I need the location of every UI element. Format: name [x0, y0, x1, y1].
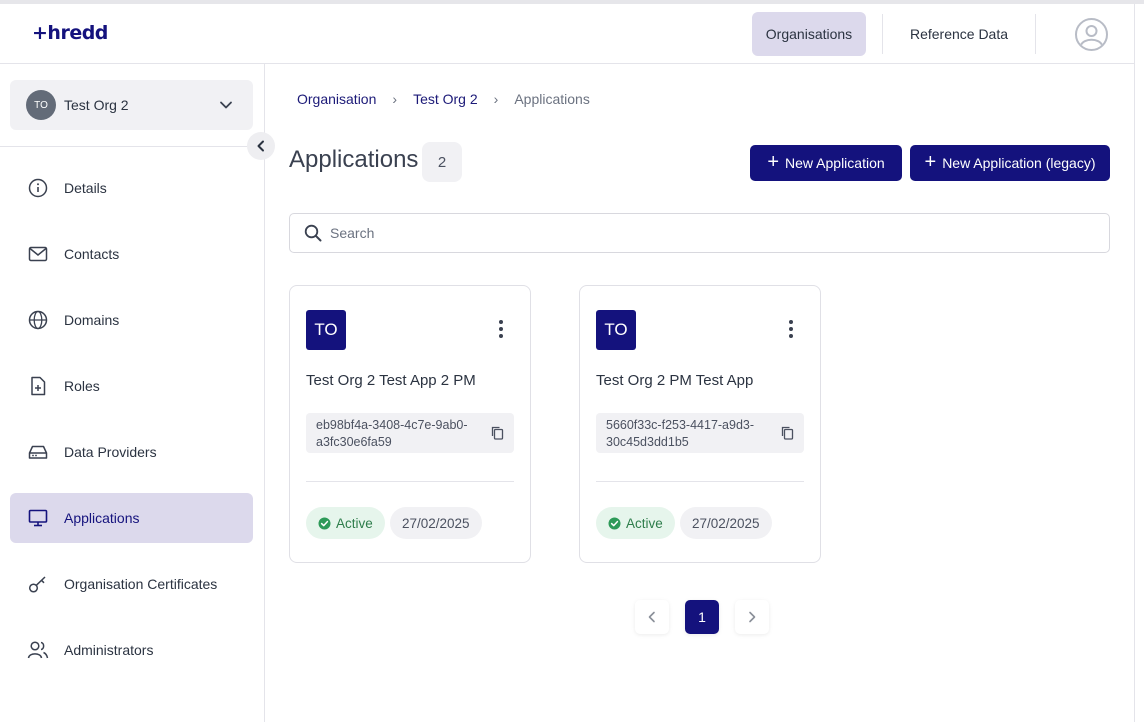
app-id-line: 30c45d3dd1b5 [606, 435, 689, 449]
scrollbar-track[interactable] [1134, 4, 1144, 722]
app-name: Test Org 2 Test App 2 PM [306, 372, 476, 389]
app-name: Test Org 2 PM Test App [596, 372, 754, 389]
status-badge: Active [596, 507, 675, 539]
new-application-legacy-button[interactable]: + New Application (legacy) [910, 145, 1110, 181]
card-divider [306, 481, 514, 482]
chevron-left-icon [257, 140, 264, 152]
sidebar-item-data-providers[interactable]: Data Providers [10, 427, 253, 477]
sidebar-item-label: Data Providers [64, 444, 157, 460]
breadcrumb-org[interactable]: Test Org 2 [413, 91, 478, 107]
breadcrumb-separator: › [493, 91, 499, 107]
org-name: Test Org 2 [64, 97, 129, 113]
app-avatar: TO [596, 310, 636, 350]
next-page-button[interactable] [735, 600, 769, 634]
page-title: Applications [289, 146, 419, 173]
search-box[interactable] [289, 213, 1110, 253]
app-avatar: TO [306, 310, 346, 350]
more-vertical-icon[interactable] [498, 320, 504, 338]
breadcrumb-current: Applications [514, 91, 590, 107]
application-card[interactable]: TO Test Org 2 Test App 2 PM eb98bf4a-340… [289, 285, 531, 563]
nav-organisations[interactable]: Organisations [752, 12, 866, 56]
app-id-line: eb98bf4a-3408-4c7e-9ab0- [316, 418, 468, 432]
sidebar-item-administrators[interactable]: Administrators [10, 625, 253, 675]
copy-icon[interactable] [491, 426, 504, 440]
prev-page-button[interactable] [635, 600, 669, 634]
file-plus-icon [27, 375, 49, 397]
user-avatar-button[interactable] [1075, 18, 1108, 51]
page-button[interactable]: 1 [685, 600, 719, 634]
breadcrumb: Organisation › Test Org 2 › Applications [297, 91, 590, 107]
application-card[interactable]: TO Test Org 2 PM Test App 5660f33c-f253-… [579, 285, 821, 563]
chevron-down-icon [220, 101, 232, 109]
main-content: Organisation › Test Org 2 › Applications… [265, 64, 1134, 722]
hard-drive-icon [27, 441, 49, 463]
check-circle-icon [318, 517, 331, 530]
sidebar-item-label: Details [64, 180, 107, 196]
app-id: eb98bf4a-3408-4c7e-9ab0- a3fc30e6fa59 [306, 413, 514, 453]
app-id: 5660f33c-f253-4417-a9d3- 30c45d3dd1b5 [596, 413, 804, 453]
key-icon [27, 573, 49, 595]
check-circle-icon [608, 517, 621, 530]
nav-divider [882, 14, 883, 54]
users-icon [27, 639, 49, 661]
sidebar-item-label: Contacts [64, 246, 120, 262]
nav-divider [1035, 14, 1036, 54]
chevron-left-icon [648, 611, 655, 623]
sidebar-item-label: Applications [64, 510, 140, 526]
date-badge: 27/02/2025 [680, 507, 772, 539]
plus-icon: + [924, 151, 937, 173]
sidebar-item-label: Roles [64, 378, 100, 394]
search-icon [304, 224, 322, 242]
card-divider [596, 481, 804, 482]
chevron-right-icon [749, 611, 756, 623]
new-application-label: New Application [785, 155, 885, 171]
search-input[interactable] [330, 225, 1030, 241]
breadcrumb-separator: › [392, 91, 398, 107]
plus-icon: + [767, 151, 780, 173]
org-selector[interactable]: TO Test Org 2 [10, 80, 253, 130]
user-circle-icon [1080, 25, 1103, 46]
new-application-button[interactable]: + New Application [750, 145, 902, 181]
top-header: +hredd Organisations Reference Data [0, 4, 1134, 64]
breadcrumb-organisation[interactable]: Organisation [297, 91, 376, 107]
status-text: Active [336, 515, 373, 531]
sidebar-item-details[interactable]: Details [10, 163, 253, 213]
app-id-line: 5660f33c-f253-4417-a9d3- [606, 418, 755, 432]
globe-icon [27, 309, 49, 331]
sidebar-item-label: Domains [64, 312, 120, 328]
org-avatar: TO [26, 90, 56, 120]
date-badge: 27/02/2025 [390, 507, 482, 539]
status-text: Active [626, 515, 663, 531]
sidebar: TO Test Org 2 Details Contacts Domains R… [0, 64, 265, 722]
sidebar-item-applications[interactable]: Applications [10, 493, 253, 543]
count-badge: 2 [422, 142, 462, 182]
status-badge: Active [306, 507, 385, 539]
more-vertical-icon[interactable] [788, 320, 794, 338]
copy-icon[interactable] [781, 426, 794, 440]
info-icon [27, 177, 49, 199]
sidebar-divider [0, 146, 265, 147]
sidebar-item-roles[interactable]: Roles [10, 361, 253, 411]
app-id-line: a3fc30e6fa59 [316, 435, 392, 449]
new-application-legacy-label: New Application (legacy) [942, 155, 1096, 171]
pagination: 1 [635, 600, 769, 634]
monitor-icon [27, 507, 49, 529]
nav-reference-data[interactable]: Reference Data [898, 12, 1020, 56]
sidebar-collapse-button[interactable] [247, 132, 275, 160]
sidebar-item-organisation-certificates[interactable]: Organisation Certificates [10, 559, 253, 609]
sidebar-item-label: Organisation Certificates [64, 576, 218, 592]
thredd-logo[interactable]: +hredd [32, 22, 108, 44]
sidebar-item-contacts[interactable]: Contacts [10, 229, 253, 279]
mail-icon [27, 243, 49, 265]
sidebar-item-label: Administrators [64, 642, 154, 658]
sidebar-item-domains[interactable]: Domains [10, 295, 253, 345]
